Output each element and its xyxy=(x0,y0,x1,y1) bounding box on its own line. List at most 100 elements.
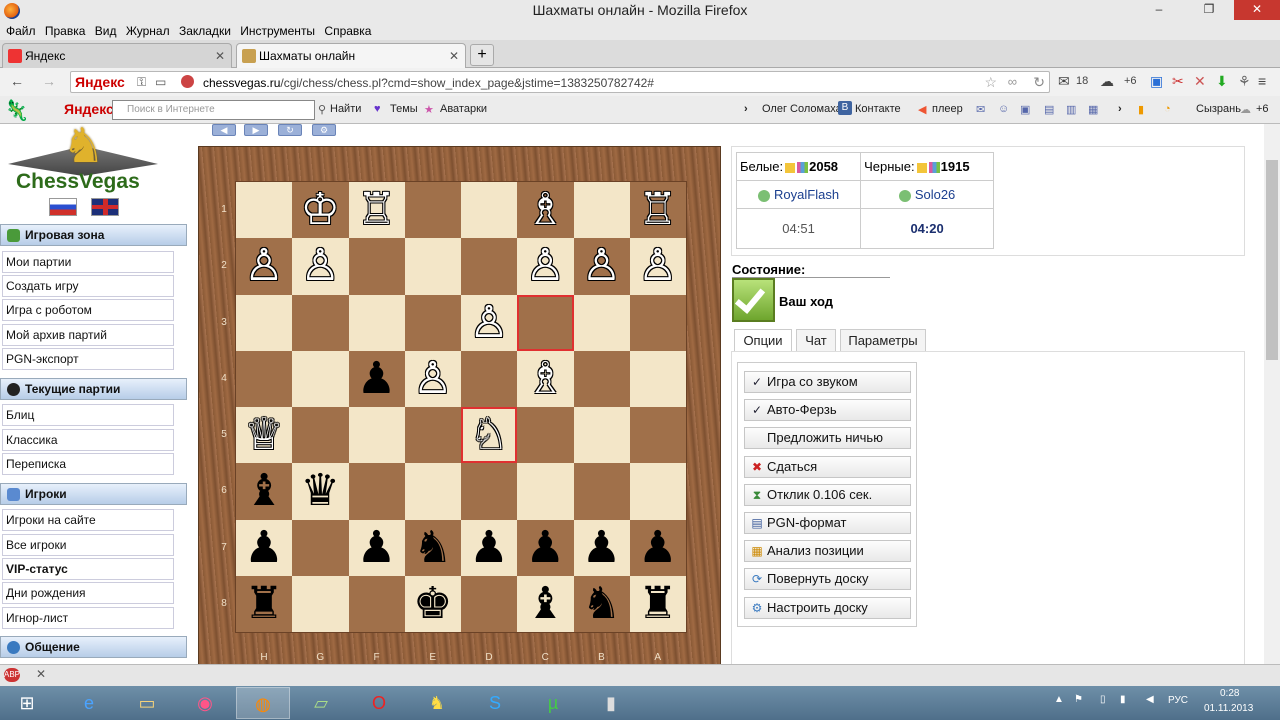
download-icon[interactable]: ⬇ xyxy=(1216,73,1228,90)
adblock-icon[interactable]: ABP xyxy=(4,668,20,682)
document-icon[interactable]: ▦ xyxy=(1088,103,1098,116)
chessvegas-logo[interactable]: ♞ ChessVegas xyxy=(0,124,188,219)
tab-yandex[interactable]: Яндекс ✕ xyxy=(2,43,232,68)
forward-icon[interactable]: → xyxy=(42,73,56,89)
tab-parameters[interactable]: Параметры xyxy=(840,329,926,352)
player-button[interactable]: плеер xyxy=(932,103,963,115)
white-bishop-piece[interactable]: ♗ xyxy=(517,351,573,407)
sound-toggle-button[interactable]: ✓ Игра со звуком xyxy=(744,371,911,393)
camera-icon[interactable]: ▣ xyxy=(1020,103,1030,116)
scrollbar-thumb[interactable] xyxy=(1266,160,1278,360)
black-pawn-piece[interactable]: ♟ xyxy=(461,520,517,576)
square-e1[interactable] xyxy=(404,182,461,239)
black-player-name[interactable]: Solo26 xyxy=(915,187,955,202)
white-pawn-piece[interactable]: ♙ xyxy=(236,238,292,294)
black-king-piece[interactable]: ♚ xyxy=(405,576,461,632)
black-pawn-piece[interactable]: ♟ xyxy=(349,520,405,576)
square-h3[interactable] xyxy=(236,294,293,351)
uk-flag-icon[interactable] xyxy=(91,198,119,216)
menu-help[interactable]: Справка xyxy=(324,22,371,40)
black-pawn-piece[interactable]: ♟ xyxy=(630,520,686,576)
white-player-name[interactable]: RoyalFlash xyxy=(774,187,839,202)
chess-app-icon[interactable]: ♞ xyxy=(410,687,464,719)
reload-icon[interactable]: ↻ xyxy=(1033,74,1045,91)
sidebar-item-birthdays[interactable]: Дни рождения xyxy=(2,582,174,604)
square-d8[interactable] xyxy=(461,575,518,632)
tab-options[interactable]: Опции xyxy=(734,329,792,352)
mail-icon[interactable]: ✉ xyxy=(976,103,985,116)
sidebar-item-all-players[interactable]: Все игроки xyxy=(2,534,174,556)
clock-time[interactable]: 0:28 xyxy=(1220,688,1239,699)
menu-view[interactable]: Вид xyxy=(95,22,117,40)
pgn-format-button[interactable]: ▤ PGN-формат xyxy=(744,512,911,534)
sidebar-item-blitz[interactable]: Блиц xyxy=(2,404,174,426)
white-pawn-piece[interactable]: ♙ xyxy=(405,351,461,407)
addon-icon[interactable]: ⚘ xyxy=(1238,73,1251,90)
white-pawn-piece[interactable]: ♙ xyxy=(461,295,517,351)
square-d4[interactable] xyxy=(461,350,518,407)
square-e6[interactable] xyxy=(404,463,461,520)
white-king-piece[interactable]: ♔ xyxy=(292,182,348,238)
signal-icon[interactable]: ▮ xyxy=(1138,103,1144,116)
sidebar-item-play-robot[interactable]: Игра с роботом xyxy=(2,299,174,321)
tools-icon[interactable]: ✂ xyxy=(1172,73,1184,90)
person-icon[interactable]: ☺ xyxy=(998,103,1009,115)
square-g3[interactable] xyxy=(292,294,349,351)
auto-queen-toggle-button[interactable]: ✓ Авто-Ферзь xyxy=(744,399,911,422)
square-d2[interactable] xyxy=(461,238,518,295)
vk-icon[interactable]: ▣ xyxy=(1150,73,1163,90)
menu-edit[interactable]: Правка xyxy=(45,22,86,40)
refresh-board-button[interactable]: ↻ xyxy=(278,124,302,136)
disk-icon[interactable]: ▥ xyxy=(1066,103,1076,116)
close-addon-bar-icon[interactable]: ✕ xyxy=(36,667,46,681)
square-g7[interactable] xyxy=(292,519,349,576)
weather-icon[interactable]: ☁ xyxy=(1100,73,1114,90)
skype-icon[interactable]: S xyxy=(468,687,522,719)
sidebar-item-classic[interactable]: Классика xyxy=(2,429,174,451)
square-f2[interactable] xyxy=(348,238,405,295)
bookmark-star-icon[interactable]: ☆ xyxy=(984,74,997,91)
section-game-zone[interactable]: Игровая зона xyxy=(0,224,187,246)
chat-icon[interactable]: ◔ xyxy=(1164,103,1171,115)
rotate-board-button[interactable]: ⟳ Повернуть доску xyxy=(744,568,911,591)
white-player[interactable]: RoyalFlash xyxy=(735,180,862,209)
black-queen-piece[interactable]: ♛ xyxy=(292,463,348,519)
chameleon-icon[interactable]: 🦎 xyxy=(4,98,29,123)
square-f5[interactable] xyxy=(348,407,405,464)
square-a5[interactable] xyxy=(629,407,686,464)
section-current-games[interactable]: Текущие партии xyxy=(0,378,187,400)
configure-board-button[interactable]: ⚙ Настроить доску xyxy=(744,596,911,619)
flag-tray-icon[interactable]: ⚑ xyxy=(1074,694,1083,705)
start-windows-icon[interactable]: ⊞ xyxy=(0,687,54,719)
section-communication[interactable]: Общение xyxy=(0,636,187,658)
tab-close-icon[interactable]: ✕ xyxy=(449,44,459,68)
camera-app-icon[interactable]: ▮ xyxy=(584,687,638,719)
white-bishop-piece[interactable]: ♗ xyxy=(517,182,573,238)
back-icon[interactable]: ← xyxy=(10,73,24,89)
sidebar-item-correspondence[interactable]: Переписка xyxy=(2,453,174,475)
black-knight-piece[interactable]: ♞ xyxy=(405,520,461,576)
black-rook-piece[interactable]: ♜ xyxy=(630,576,686,632)
black-pawn-piece[interactable]: ♟ xyxy=(349,351,405,407)
reader-icon[interactable]: ∞ xyxy=(1008,74,1017,89)
square-f3[interactable] xyxy=(348,294,405,351)
square-f6[interactable] xyxy=(348,463,405,520)
section-players[interactable]: Игроки xyxy=(0,483,187,505)
find-button[interactable]: Найти xyxy=(330,103,361,115)
square-e3[interactable] xyxy=(404,294,461,351)
menu-file[interactable]: Файл xyxy=(6,22,36,40)
square-a4[interactable] xyxy=(629,350,686,407)
square-e2[interactable] xyxy=(404,238,461,295)
settings-board-button[interactable]: ⚙ xyxy=(312,124,336,136)
yandex-logo[interactable]: Яндекс xyxy=(64,101,114,117)
black-player[interactable]: Solo26 xyxy=(860,180,994,209)
square-b4[interactable] xyxy=(573,350,630,407)
white-rook-piece[interactable]: ♖ xyxy=(630,182,686,238)
square-d6[interactable] xyxy=(461,463,518,520)
resign-button[interactable]: ✖ Сдаться xyxy=(744,455,911,478)
minimize-button[interactable]: – xyxy=(1144,0,1174,20)
black-pawn-piece[interactable]: ♟ xyxy=(574,520,630,576)
square-b6[interactable] xyxy=(573,463,630,520)
close-window-button[interactable]: ✕ xyxy=(1234,0,1280,20)
signal-icon[interactable]: ▮ xyxy=(1120,694,1126,705)
